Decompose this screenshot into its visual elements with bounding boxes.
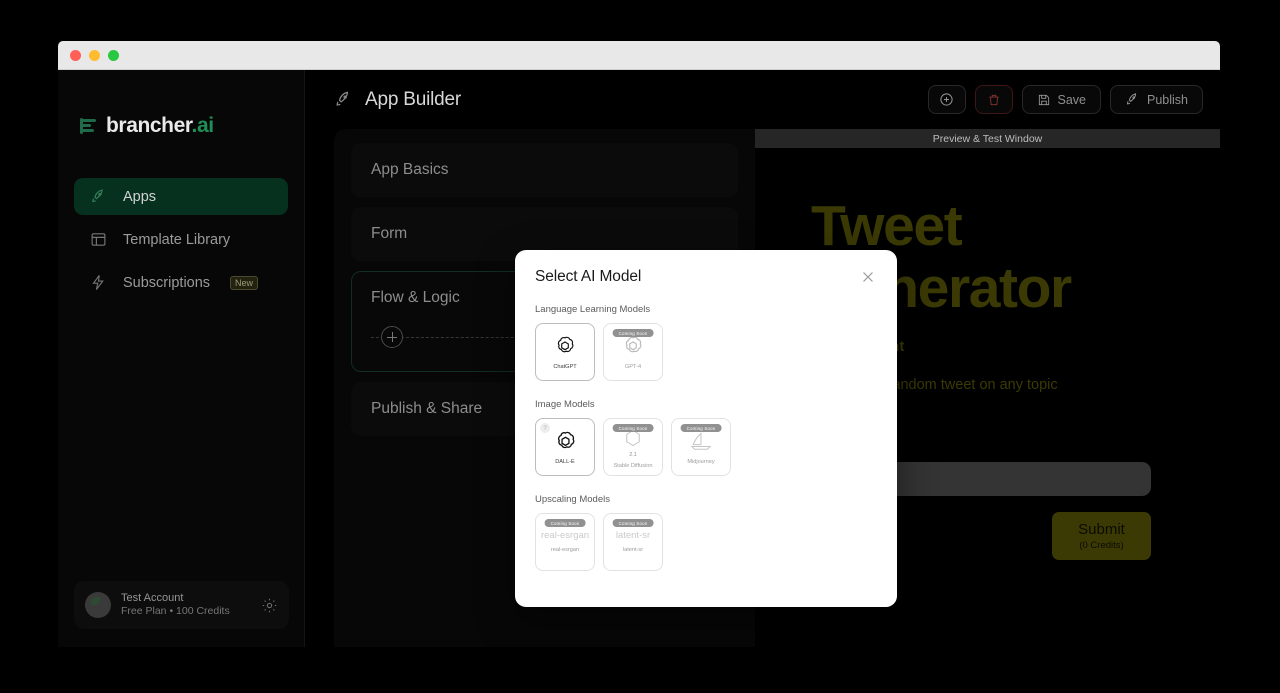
- model-version-label: 2.1: [629, 451, 637, 458]
- brand-suffix: .ai: [191, 114, 215, 137]
- rocket-icon: [336, 91, 349, 106]
- openai-icon: [554, 333, 576, 359]
- submit-button-label: Submit: [1078, 521, 1125, 539]
- rocket-icon: [92, 189, 103, 203]
- account-plan: Free Plan • 100 Credits: [121, 605, 230, 618]
- sidebar-item-label: Subscriptions: [123, 274, 211, 291]
- sidebar: brancher.ai Apps Template Library Subscr…: [58, 70, 305, 647]
- model-card-real-esrgan[interactable]: Coming Soon real-esrgan real-esrgan: [535, 513, 595, 571]
- publish-button-label: Publish: [1147, 92, 1188, 107]
- rocket-icon: [1127, 93, 1137, 105]
- model-name: DALL-E: [555, 459, 575, 466]
- new-badge: New: [230, 275, 259, 290]
- add-button[interactable]: [927, 85, 966, 114]
- close-icon[interactable]: [859, 268, 877, 286]
- bolt-icon: [92, 275, 104, 290]
- delete-button[interactable]: [974, 85, 1013, 114]
- sidebar-item-label: Template Library: [123, 231, 231, 248]
- sidebar-item-label: Apps: [123, 188, 157, 205]
- top-toolbar: App Builder Save Publish: [305, 70, 1220, 129]
- floppy-disk-icon: [1038, 94, 1049, 105]
- section-label: Flow & Logic: [371, 289, 460, 306]
- publish-button[interactable]: Publish: [1110, 85, 1203, 114]
- submit-credits-label: (0 Credits): [1079, 540, 1124, 552]
- plus-circle-icon: [940, 93, 953, 106]
- minimize-window-button[interactable]: [89, 49, 100, 61]
- model-name: GPT-4: [624, 364, 642, 371]
- coming-soon-badge: Coming Soon: [544, 519, 586, 527]
- close-window-button[interactable]: [70, 49, 81, 61]
- sidebar-item-apps[interactable]: Apps: [74, 178, 288, 215]
- model-card-midjourney[interactable]: Coming Soon Midjourney: [671, 418, 731, 476]
- layout-icon: [91, 233, 106, 246]
- openai-icon: [622, 333, 644, 359]
- page-title-wrap: App Builder: [334, 89, 461, 111]
- sidebar-nav: Apps Template Library Subscriptions New: [58, 178, 304, 301]
- help-icon[interactable]: ?: [540, 423, 550, 433]
- model-card-chatgpt[interactable]: ChatGPT: [535, 323, 595, 381]
- section-label: App Basics: [371, 161, 449, 178]
- brand-label: brancher: [106, 114, 192, 137]
- sidebar-item-template-library[interactable]: Template Library: [74, 221, 288, 258]
- model-name: latent-sr: [622, 546, 644, 553]
- select-ai-model-dialog: Select AI Model Language Learning Models…: [515, 250, 897, 607]
- group-title-upscaling: Upscaling Models: [535, 494, 610, 505]
- model-row-upscaling: Coming Soon real-esrgan real-esrgan Comi…: [535, 513, 877, 571]
- maximize-window-button[interactable]: [108, 49, 119, 61]
- save-button[interactable]: Save: [1021, 85, 1101, 114]
- model-display-text: latent-sr: [615, 529, 651, 541]
- model-name: Stable Diffusion: [613, 462, 653, 469]
- section-label: Form: [371, 225, 408, 242]
- add-node-button[interactable]: [381, 326, 403, 348]
- model-card-dall-e[interactable]: ? DALL-E: [535, 418, 595, 476]
- account-meta: Test Account Free Plan • 100 Credits: [121, 592, 251, 619]
- preview-bar: Preview & Test Window: [755, 129, 1220, 148]
- section-label: Publish & Share: [371, 400, 483, 417]
- avatar: [85, 592, 111, 618]
- section-app-basics[interactable]: App Basics: [351, 143, 738, 197]
- model-row-image: ? DALL-E Coming Soon 2.1 Stable Diffusio…: [535, 418, 877, 476]
- model-card-gpt-4[interactable]: Coming Soon GPT-4: [603, 323, 663, 381]
- sidebar-item-subscriptions[interactable]: Subscriptions New: [74, 264, 288, 301]
- brand-name: brancher.ai: [106, 114, 214, 138]
- gear-icon[interactable]: [261, 597, 278, 614]
- model-row-llm: ChatGPT Coming Soon GPT-4: [535, 323, 877, 381]
- dialog-title: Select AI Model: [535, 268, 642, 285]
- page-title: App Builder: [365, 88, 462, 110]
- coming-soon-badge: Coming Soon: [612, 329, 654, 337]
- model-name: Midjourney: [687, 459, 715, 466]
- coming-soon-badge: Coming Soon: [612, 424, 654, 432]
- browser-window: brancher.ai Apps Template Library Subscr…: [58, 41, 1220, 647]
- group-title-image: Image Models: [535, 399, 595, 410]
- model-card-stable-diffusion[interactable]: Coming Soon 2.1 Stable Diffusion: [603, 418, 663, 476]
- window-titlebar: [58, 41, 1220, 70]
- brancher-logo-icon: [80, 118, 98, 134]
- action-toolbar: Save Publish: [927, 85, 1203, 114]
- sailboat-icon: [689, 428, 713, 454]
- coming-soon-badge: Coming Soon: [612, 519, 654, 527]
- model-card-latent-sr[interactable]: Coming Soon latent-sr latent-sr: [603, 513, 663, 571]
- account-card[interactable]: Test Account Free Plan • 100 Credits: [74, 581, 289, 629]
- coming-soon-badge: Coming Soon: [680, 424, 722, 432]
- submit-button[interactable]: Submit (0 Credits): [1052, 512, 1151, 561]
- dialog-header: Select AI Model: [535, 268, 877, 286]
- model-name: real-esrgan: [550, 546, 580, 553]
- save-button-label: Save: [1057, 92, 1087, 107]
- account-name: Test Account: [121, 591, 184, 604]
- group-title-llm: Language Learning Models: [535, 304, 651, 315]
- model-name: ChatGPT: [553, 364, 577, 371]
- app-shell: brancher.ai Apps Template Library Subscr…: [58, 70, 1220, 647]
- trash-icon: [988, 94, 999, 105]
- brand-logo[interactable]: brancher.ai: [58, 70, 304, 138]
- openai-icon: [554, 428, 577, 454]
- model-display-text: real-esrgan: [540, 529, 590, 541]
